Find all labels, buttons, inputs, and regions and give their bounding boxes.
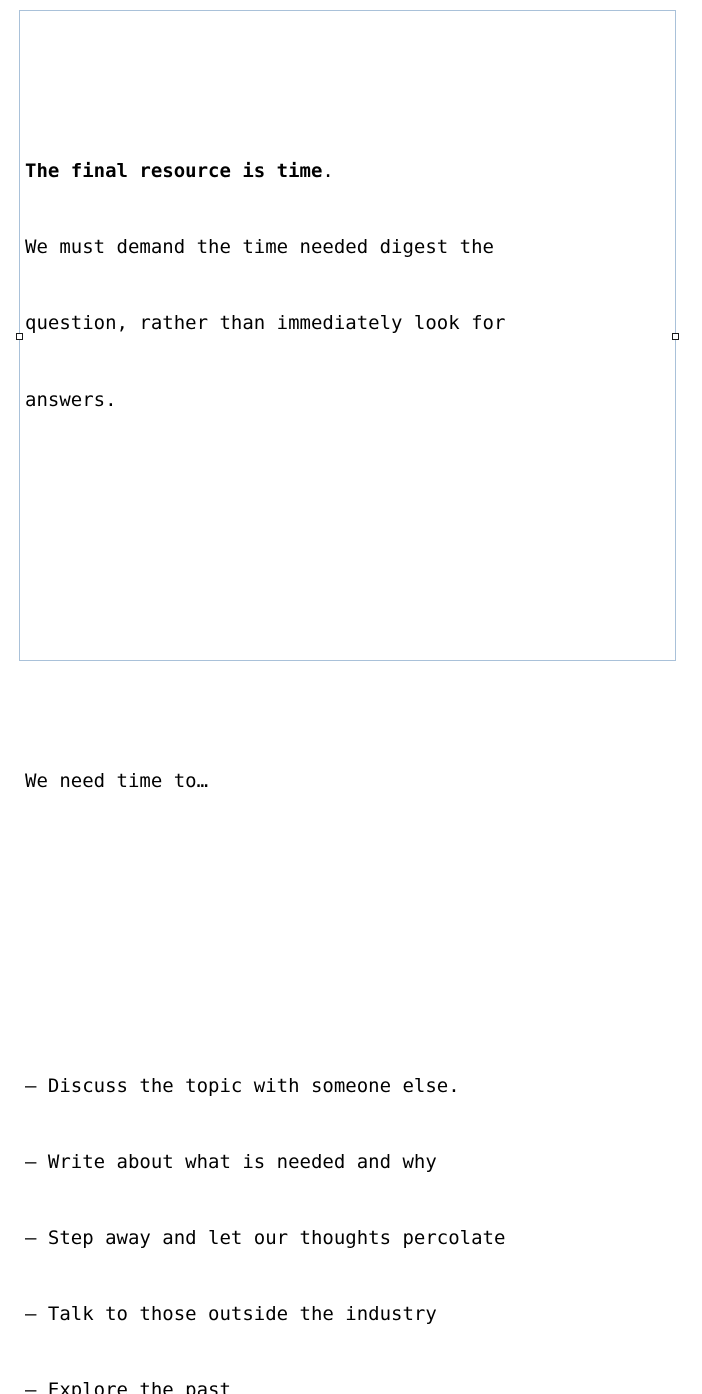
heading-paragraph: The final resource is time. We must dema…	[25, 108, 670, 464]
lead-in-line: We need time to…	[25, 769, 209, 792]
heading-tail-text: .	[322, 160, 334, 183]
resize-handle-left[interactable]	[16, 333, 23, 340]
bullet-list: – Discuss the topic with someone else. –…	[25, 1023, 670, 1394]
document-text-body[interactable]: The final resource is time. We must dema…	[25, 32, 670, 1394]
list-item: – Discuss the topic with someone else.	[25, 1074, 460, 1097]
spacer-line-1	[25, 540, 670, 565]
spacer-line-3	[25, 921, 670, 946]
list-item: – Talk to those outside the industry	[25, 1303, 437, 1326]
resize-handle-right[interactable]	[672, 333, 679, 340]
paragraph-1-line-1: We must demand the time needed digest th…	[25, 236, 494, 259]
list-item: – Write about what is needed and why	[25, 1150, 437, 1173]
lead-in-paragraph: We need time to…	[25, 718, 670, 845]
paragraph-1-line-3: answers.	[25, 388, 117, 411]
paragraph-1-line-2: question, rather than immediately look f…	[25, 312, 506, 335]
heading-strong-text: The final resource is time	[25, 160, 323, 183]
list-item: – Step away and let our thoughts percola…	[25, 1227, 506, 1250]
heading-line: The final resource is time.	[25, 159, 670, 184]
spacer-line-2	[25, 616, 670, 641]
list-item: – Explore the past	[25, 1379, 231, 1394]
text-frame[interactable]: The final resource is time. We must dema…	[16, 10, 679, 1394]
